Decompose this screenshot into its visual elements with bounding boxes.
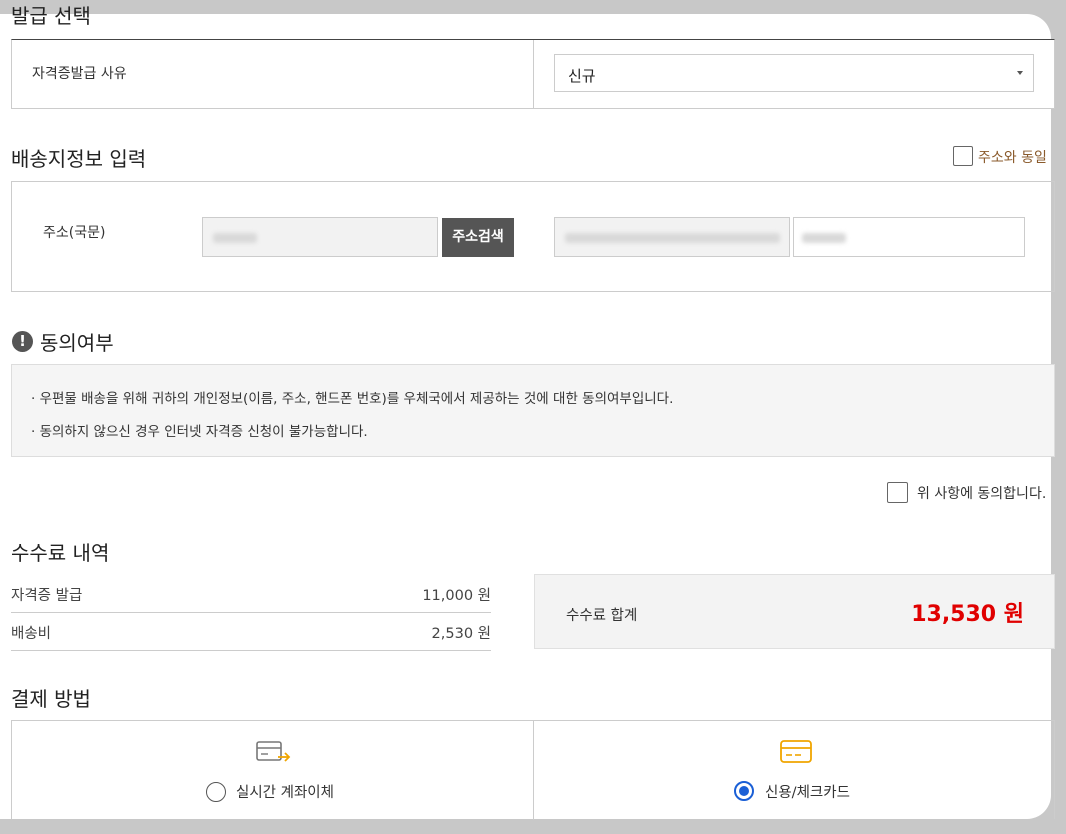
- address-main-blurred-value: [565, 233, 780, 243]
- consent-section-title: 동의여부: [40, 331, 114, 355]
- fee-row-label: 배송비: [11, 626, 52, 642]
- fee-total-label: 수수료 합계: [566, 608, 638, 624]
- fee-row: 배송비 2,530 원: [11, 612, 491, 651]
- address-search-button[interactable]: 주소검색: [442, 218, 514, 257]
- fee-total-box: 수수료 합계 13,530 원: [534, 574, 1055, 649]
- fee-total-value: 13,530 원: [911, 602, 1024, 627]
- exclamation-icon: !: [12, 331, 33, 352]
- bank-transfer-icon: [256, 740, 292, 764]
- same-address-checkbox[interactable]: [953, 146, 973, 166]
- consent-notice-line: · 우편물 배송을 위해 귀하의 개인정보(이름, 주소, 핸드폰 번호)를 우…: [31, 391, 674, 407]
- fee-row-amount: 2,530 원: [431, 626, 491, 642]
- fee-row: 자격증 발급 11,000 원: [11, 574, 491, 613]
- chevron-down-icon: [1017, 71, 1023, 75]
- consent-notice-box: · 우편물 배송을 위해 귀하의 개인정보(이름, 주소, 핸드폰 번호)를 우…: [11, 364, 1055, 457]
- shipping-section-title: 배송지정보 입력: [11, 147, 147, 171]
- fee-row-amount: 11,000 원: [422, 588, 491, 604]
- postcode-blurred-value: [213, 233, 257, 243]
- address-label: 주소(국문): [43, 225, 106, 241]
- agree-checkbox[interactable]: [887, 482, 908, 503]
- postcode-input[interactable]: [202, 217, 438, 257]
- payment-options-box: [11, 720, 1055, 820]
- same-address-label: 주소와 동일: [978, 150, 1047, 166]
- issue-reason-label: 자격증발급 사유: [32, 66, 127, 82]
- table-divider: [533, 721, 534, 820]
- bank-transfer-label[interactable]: 실시간 계좌이체: [236, 781, 334, 802]
- address-detail-blurred-value: [802, 233, 846, 243]
- address-detail-input[interactable]: [793, 217, 1025, 257]
- table-divider: [533, 40, 534, 109]
- fee-row-label: 자격증 발급: [11, 588, 83, 604]
- address-main-input[interactable]: [554, 217, 790, 257]
- issue-reason-value: 신규: [568, 67, 596, 85]
- consent-notice-line: · 동의하지 않으신 경우 인터넷 자격증 신청이 불가능합니다.: [31, 424, 368, 440]
- bank-transfer-radio[interactable]: [206, 782, 226, 802]
- payment-section-title: 결제 방법: [11, 687, 91, 711]
- fee-section-title: 수수료 내역: [11, 541, 110, 565]
- issue-section-title: 발급 선택: [11, 4, 91, 28]
- credit-card-label[interactable]: 신용/체크카드: [765, 781, 850, 802]
- credit-card-radio[interactable]: [734, 781, 754, 801]
- credit-card-icon: [779, 739, 813, 765]
- issue-reason-select[interactable]: 신규: [554, 54, 1034, 92]
- agree-label: 위 사항에 동의합니다.: [917, 486, 1047, 502]
